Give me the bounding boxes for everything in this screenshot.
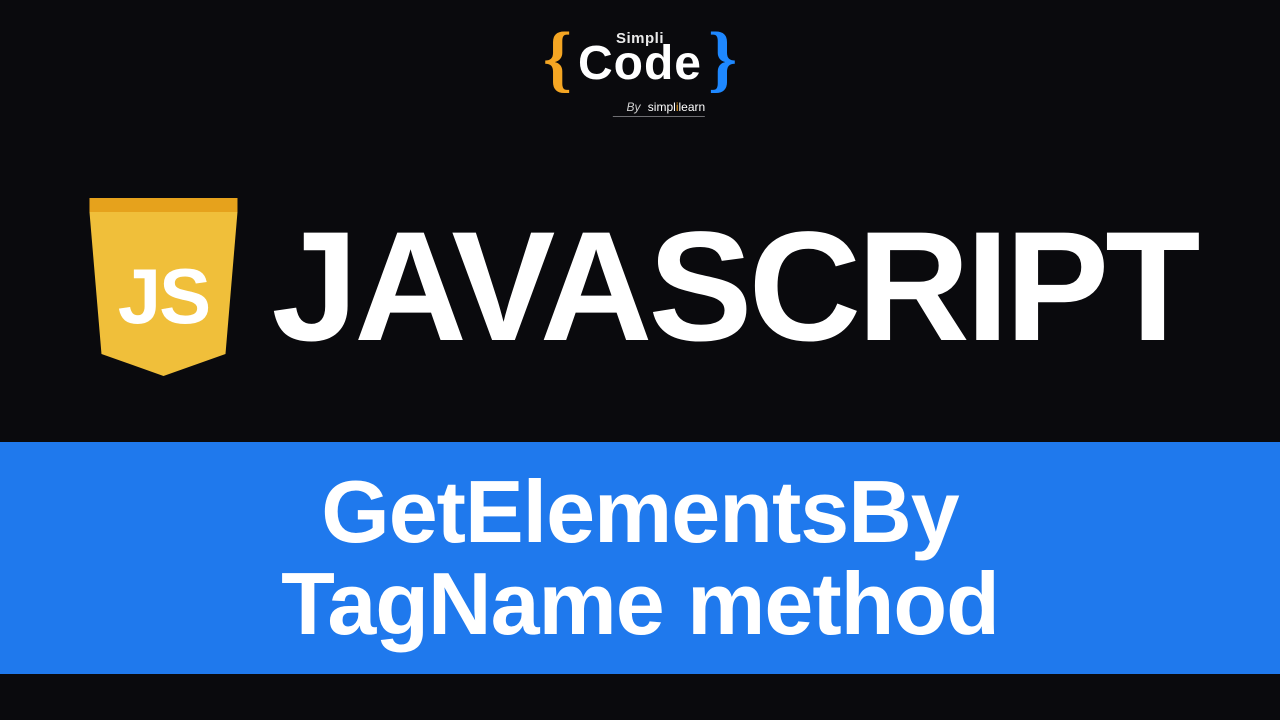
- hero-title: JAVASCRIPT: [271, 209, 1196, 365]
- byline-underline: [613, 116, 705, 117]
- js-shield-icon: JS: [83, 198, 243, 376]
- js-shield-letters: JS: [83, 251, 243, 342]
- brand-logo: { Simpli Code } By simplilearn: [543, 22, 737, 117]
- byline-by: By: [626, 100, 640, 114]
- bottom-strip: [0, 674, 1280, 720]
- brand-logo-row: { Simpli Code }: [543, 22, 737, 96]
- topic-banner-line1: GetElementsBy: [321, 466, 958, 558]
- brace-close-icon: }: [708, 22, 737, 96]
- topic-banner: GetElementsBy TagName method: [0, 442, 1280, 674]
- byline-brand-pre: simpl: [648, 100, 676, 114]
- byline-brand-post: learn: [678, 100, 705, 114]
- brand-byline: By simplilearn: [543, 100, 737, 114]
- brand-logo-text: Simpli Code: [578, 33, 702, 85]
- hero-row: JS JAVASCRIPT: [83, 198, 1196, 376]
- brand-logo-big: Code: [578, 44, 702, 85]
- topic-banner-line2: TagName method: [281, 558, 999, 650]
- brace-open-icon: {: [543, 22, 572, 96]
